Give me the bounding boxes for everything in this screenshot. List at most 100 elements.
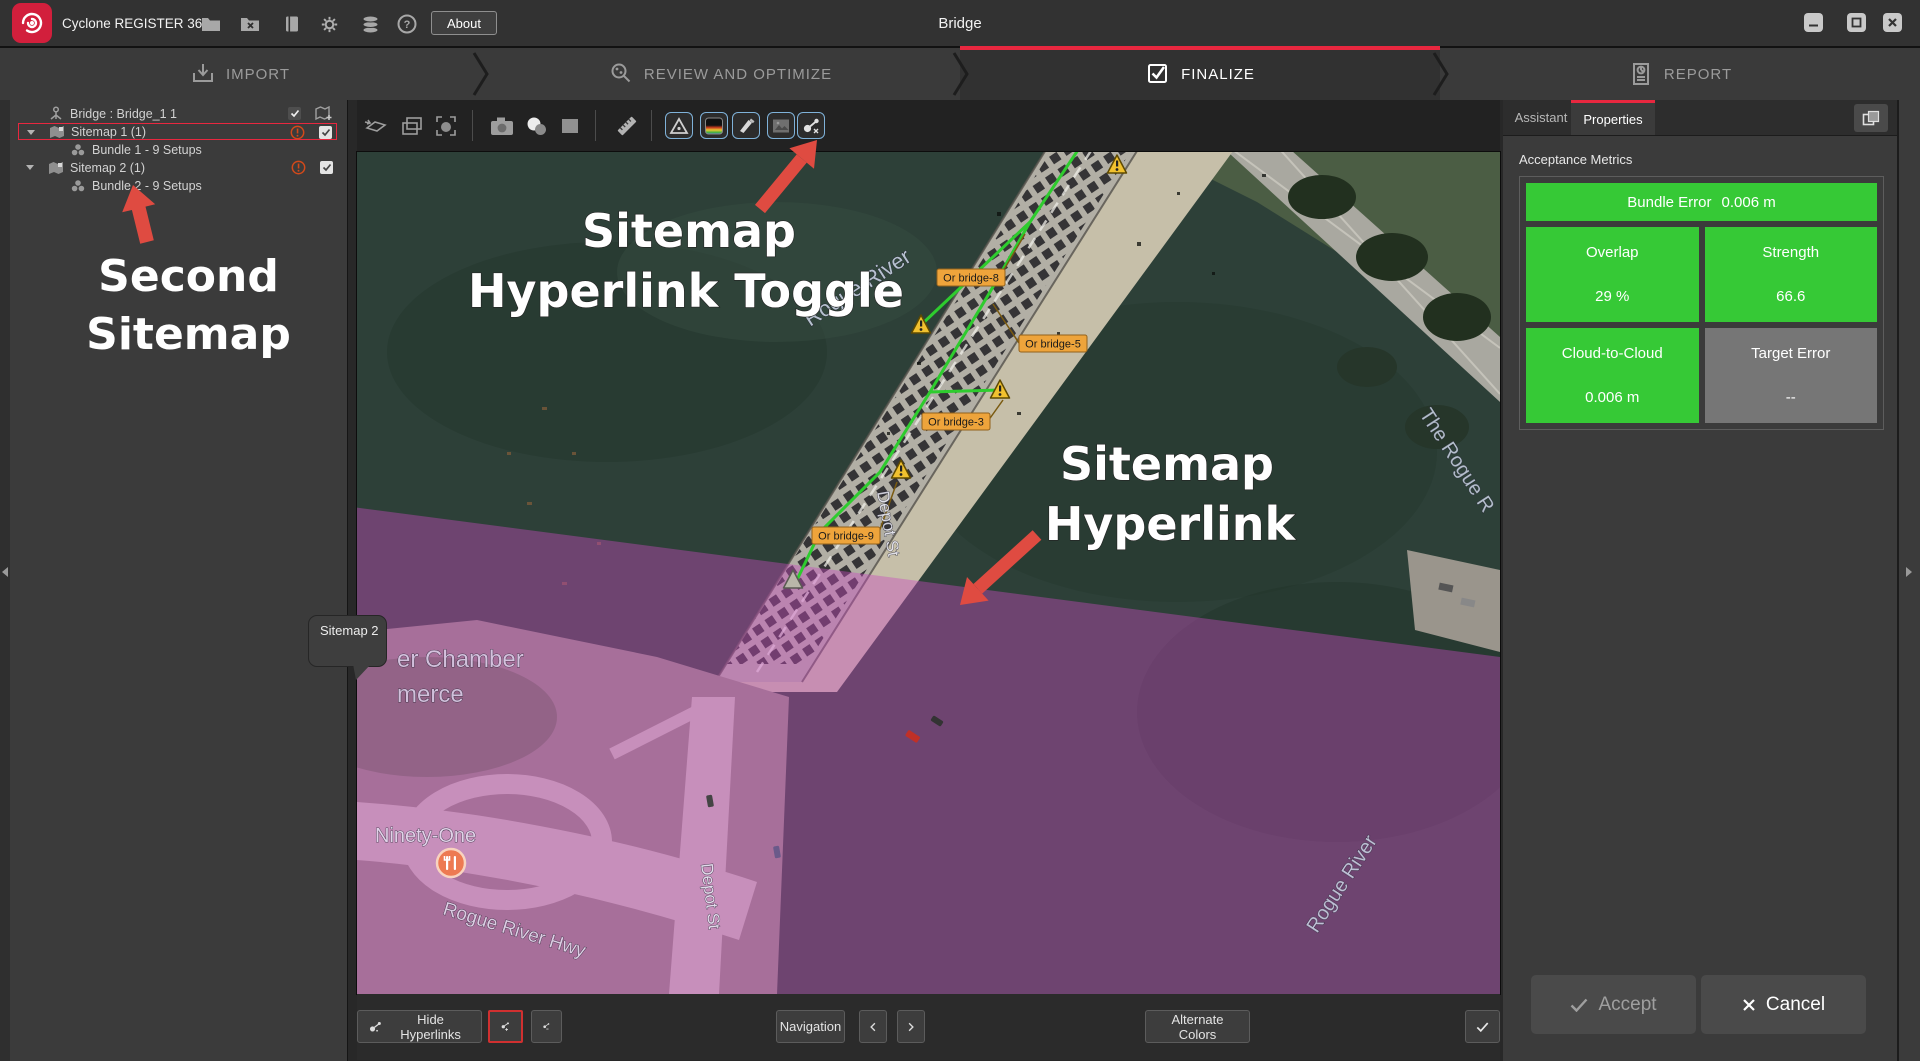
open-project-icon[interactable] (200, 13, 222, 35)
settings-gear-icon[interactable] (318, 13, 340, 35)
panel-tabs: Assistant Properties (1503, 100, 1897, 136)
stage-finalize[interactable]: FINALIZE (960, 48, 1440, 100)
maximize-button[interactable] (1847, 13, 1866, 32)
panels-icon (1862, 110, 1880, 126)
stage-report[interactable]: REPORT (1440, 48, 1920, 100)
import-icon (190, 61, 216, 87)
stage-review-and-optimize[interactable]: REVIEW AND OPTIMIZE (480, 48, 960, 100)
chevron-left-icon (870, 1021, 876, 1033)
annotation-line: Sitemap (582, 204, 796, 258)
metric-label: Bundle Error (1627, 194, 1711, 211)
strength-tile: Strength 66.6 (1705, 227, 1878, 322)
tree-item-label: Bundle 1 - 9 Setups (92, 143, 202, 157)
remove-hyperlink-button[interactable] (531, 1010, 562, 1043)
sitemap-2-tooltip: Sitemap 2 (308, 615, 387, 667)
project-node-icon (48, 106, 64, 121)
tooltip-label: Sitemap 2 (320, 623, 379, 638)
heatmap-overlay-toggle[interactable] (700, 112, 728, 139)
accept-button[interactable]: Accept (1531, 975, 1696, 1034)
previous-button[interactable] (859, 1010, 887, 1043)
about-button[interactable]: About (431, 11, 497, 35)
minimize-button[interactable] (1804, 13, 1823, 32)
reports-journal-icon[interactable] (281, 13, 303, 35)
undock-panel-button[interactable] (1854, 104, 1888, 132)
site-images-toggle[interactable] (767, 112, 795, 139)
stage-import[interactable]: IMPORT (0, 48, 480, 100)
metric-label: Strength (1762, 244, 1819, 261)
accept-label: Accept (1598, 994, 1656, 1016)
tab-assistant[interactable]: Assistant (1511, 100, 1571, 135)
metric-value: 0.006 m (1585, 389, 1639, 406)
metric-value: 0.006 m (1722, 194, 1776, 211)
place-label: merce (397, 681, 464, 708)
setup-label-text: Or bridge-9 (818, 531, 874, 543)
tree-item-sitemap-1[interactable]: Sitemap 1 (1) (18, 123, 337, 140)
hide-hyperlinks-label: Hide Hyperlinks (390, 1012, 471, 1042)
tree-item-bundle-2[interactable]: Bundle 2 - 9 Setups (18, 177, 337, 194)
expand-caret-icon[interactable] (27, 130, 35, 135)
second-sitemap-annotation: Second Sitemap (20, 248, 357, 364)
left-panel-collapse-strip[interactable] (0, 100, 10, 1061)
map-bottom-toolbar: Hide Hyperlinks Navigation (357, 994, 1500, 1060)
cloud-to-cloud-tile: Cloud-to-Cloud 0.006 m (1526, 328, 1699, 423)
review-optimize-icon (608, 61, 634, 87)
tree-item-sitemap-2[interactable]: Sitemap 2 (1) (18, 159, 337, 176)
tree-item-bundle-1[interactable]: Bundle 1 - 9 Setups (18, 141, 337, 158)
map-column: Or bridge-8 Or bridge-5 Or bridge-3 (348, 100, 1503, 1061)
metric-label: Overlap (1586, 244, 1639, 261)
alternate-colors-button[interactable]: Alternate Colors (1145, 1010, 1250, 1043)
annotation-pen-toggle[interactable] (732, 112, 760, 139)
finalize-icon (1145, 61, 1171, 87)
screenshot-camera-button[interactable] (488, 112, 516, 139)
snapshot-scans-button[interactable] (523, 112, 551, 139)
stage-label: REVIEW AND OPTIMIZE (644, 66, 832, 83)
tree-item-label: Bridge : Bridge_1 1 (70, 107, 177, 121)
collapse-left-icon[interactable] (1, 566, 9, 578)
stage-divider (472, 52, 490, 96)
overlap-views-button[interactable] (398, 112, 426, 139)
toolbar-divider (651, 110, 652, 141)
tab-properties[interactable]: Properties (1571, 100, 1655, 135)
collapse-right-icon[interactable] (1905, 566, 1913, 578)
add-sitemap-icon[interactable] (315, 106, 333, 121)
expand-caret-icon[interactable] (26, 165, 34, 170)
include-checkbox[interactable] (288, 107, 301, 120)
report-icon (1628, 61, 1654, 87)
tree-item-project[interactable]: Bridge : Bridge_1 1 (18, 105, 337, 122)
delete-project-icon[interactable] (239, 13, 261, 35)
alternate-colors-label: Alternate Colors (1156, 1012, 1239, 1042)
close-button[interactable] (1883, 13, 1902, 32)
tab-label: Properties (1583, 112, 1642, 127)
confirm-check-button[interactable] (1465, 1010, 1500, 1043)
database-icon[interactable] (359, 13, 381, 35)
navigation-mode-button[interactable]: Navigation (776, 1010, 845, 1043)
rectangle-select-button[interactable] (556, 112, 584, 139)
place-label: er Chamber (397, 646, 524, 673)
place-label: Ninety-One (375, 825, 476, 847)
metric-value: -- (1786, 389, 1796, 406)
add-hyperlink-button[interactable] (488, 1010, 523, 1043)
annotation-line: Sitemap (20, 306, 357, 364)
next-button[interactable] (897, 1010, 925, 1043)
approve-checkbox[interactable] (320, 161, 333, 174)
target-error-tile: Target Error -- (1705, 328, 1878, 423)
right-panel-collapse-strip[interactable] (1899, 100, 1920, 1061)
sitemap-scene: Or bridge-8 Or bridge-5 Or bridge-3 (357, 152, 1500, 994)
metric-value: 66.6 (1776, 288, 1805, 305)
hide-hyperlinks-button[interactable]: Hide Hyperlinks (357, 1010, 482, 1043)
map-viewport[interactable]: Or bridge-8 Or bridge-5 Or bridge-3 (357, 152, 1500, 994)
annotation-line: Hyperlink Toggle (468, 264, 904, 318)
annotation-line: Second (20, 248, 357, 306)
view-pointcloud-button[interactable] (362, 112, 390, 139)
sitemap-hyperlink-toggle[interactable] (797, 112, 825, 139)
app-logo-icon (12, 3, 52, 43)
focus-selection-button[interactable] (432, 112, 460, 139)
show-targets-toggle[interactable] (665, 112, 693, 139)
cancel-button[interactable]: Cancel (1701, 975, 1866, 1034)
acceptance-metrics: Bundle Error 0.006 m Overlap 29 % Streng… (1519, 176, 1884, 430)
project-tree: Bridge : Bridge_1 1 Sitemap 1 (1) (10, 105, 347, 195)
approve-checkbox[interactable] (319, 126, 332, 139)
measure-ruler-button[interactable] (613, 112, 641, 139)
tree-item-label: Sitemap 1 (1) (71, 125, 146, 139)
help-icon[interactable]: ? (396, 13, 418, 35)
